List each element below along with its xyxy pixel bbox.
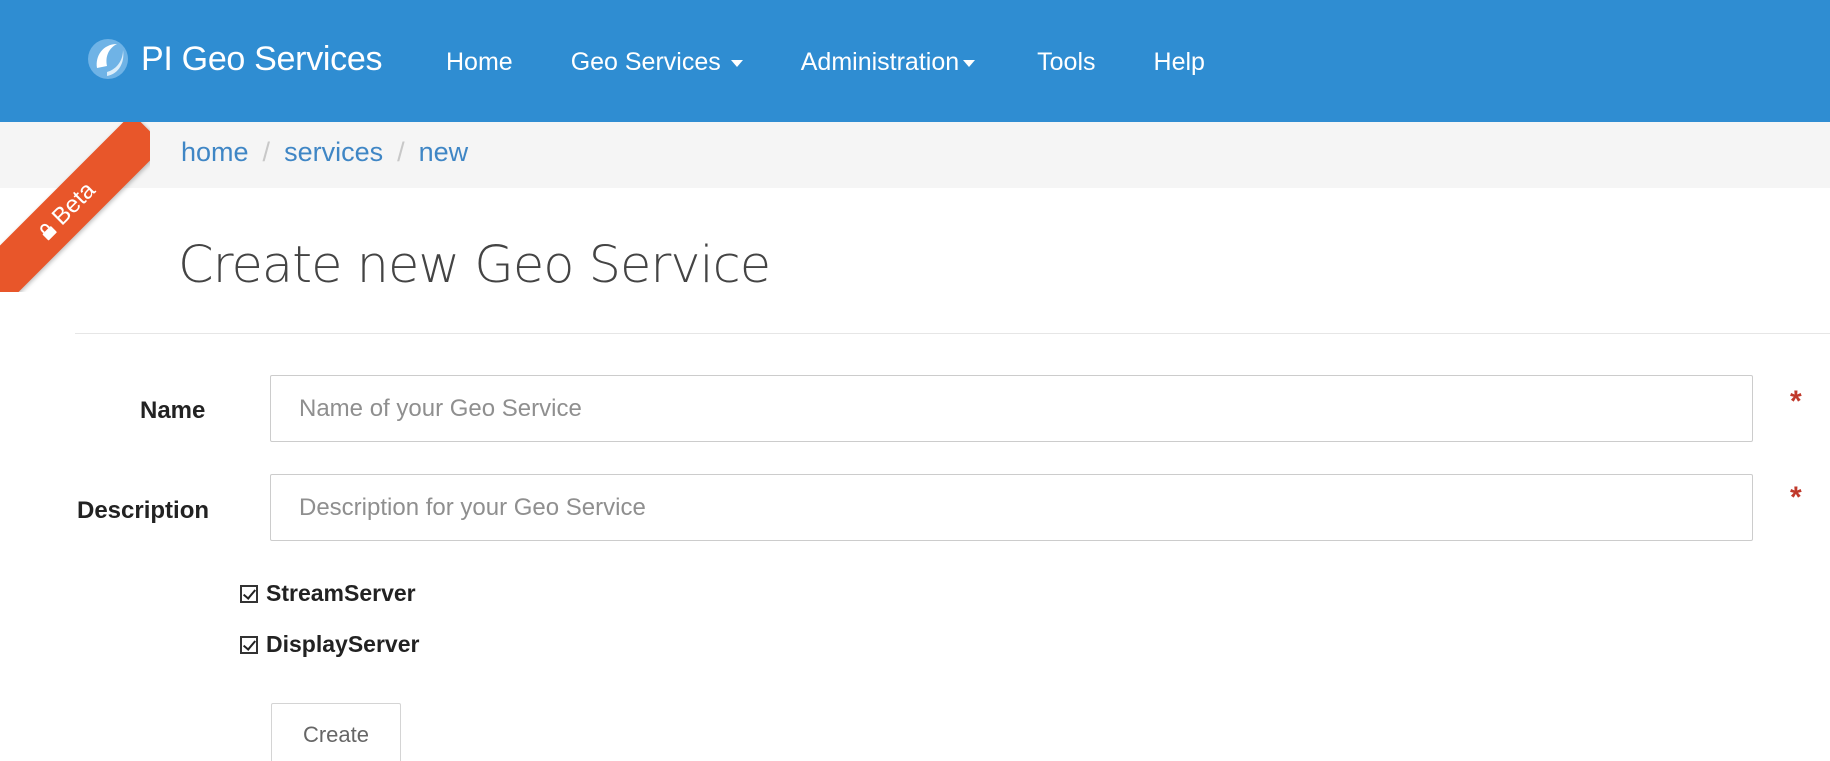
lock-icon bbox=[40, 223, 57, 241]
nav-geo-services-label: Geo Services bbox=[570, 47, 721, 76]
breadcrumb-services[interactable]: services bbox=[284, 137, 383, 168]
name-label: Name bbox=[140, 397, 206, 424]
nav-home-label: Home bbox=[446, 47, 513, 76]
name-input[interactable] bbox=[270, 375, 1753, 442]
nav-help-label: Help bbox=[1153, 47, 1205, 76]
nav-administration-label: Administration bbox=[800, 47, 960, 76]
beta-ribbon-container: Beta bbox=[0, 122, 150, 292]
nav-tools[interactable]: Tools bbox=[1037, 48, 1095, 77]
caret-down-icon bbox=[730, 59, 743, 67]
streamserver-checkbox-row[interactable]: StreamServer bbox=[240, 580, 416, 607]
name-required-marker: * bbox=[1790, 385, 1802, 418]
create-button[interactable]: Create bbox=[271, 703, 401, 761]
pi-logo-icon bbox=[88, 39, 128, 79]
caret-down-icon bbox=[963, 59, 976, 67]
nav-administration-dropdown[interactable]: Administration bbox=[800, 47, 976, 77]
nav-tools-label: Tools bbox=[1037, 47, 1096, 76]
breadcrumb-new[interactable]: new bbox=[419, 137, 469, 168]
beta-label: Beta bbox=[46, 176, 101, 231]
page-title: Create new Geo Service bbox=[178, 236, 771, 295]
main-nav: Home Geo Services Administration Tools H… bbox=[446, 44, 1263, 80]
breadcrumb-separator: / bbox=[262, 137, 271, 167]
breadcrumb: home / services / new bbox=[181, 137, 468, 168]
beta-ribbon: Beta bbox=[0, 122, 150, 292]
breadcrumb-separator: / bbox=[397, 137, 405, 167]
description-required-marker: * bbox=[1790, 481, 1802, 514]
streamserver-checkbox[interactable] bbox=[240, 584, 258, 603]
description-input[interactable] bbox=[270, 474, 1753, 541]
displayserver-label: DisplayServer bbox=[266, 631, 420, 657]
displayserver-checkbox[interactable] bbox=[240, 635, 258, 654]
streamserver-label: StreamServer bbox=[266, 580, 416, 606]
nav-help[interactable]: Help bbox=[1154, 48, 1205, 77]
brand-name: PI Geo Services bbox=[141, 39, 383, 78]
nav-home[interactable]: Home bbox=[446, 48, 513, 77]
breadcrumb-bar: home / services / new bbox=[0, 122, 1830, 188]
brand-link[interactable]: PI Geo Services bbox=[85, 34, 382, 84]
description-label: Description bbox=[77, 497, 210, 524]
nav-geo-services-dropdown[interactable]: Geo Services bbox=[571, 48, 743, 77]
displayserver-checkbox-row[interactable]: DisplayServer bbox=[240, 631, 419, 658]
breadcrumb-home[interactable]: home bbox=[181, 137, 249, 168]
title-divider bbox=[75, 333, 1830, 334]
top-navbar: PI Geo Services Home Geo Services Admini… bbox=[0, 0, 1830, 122]
